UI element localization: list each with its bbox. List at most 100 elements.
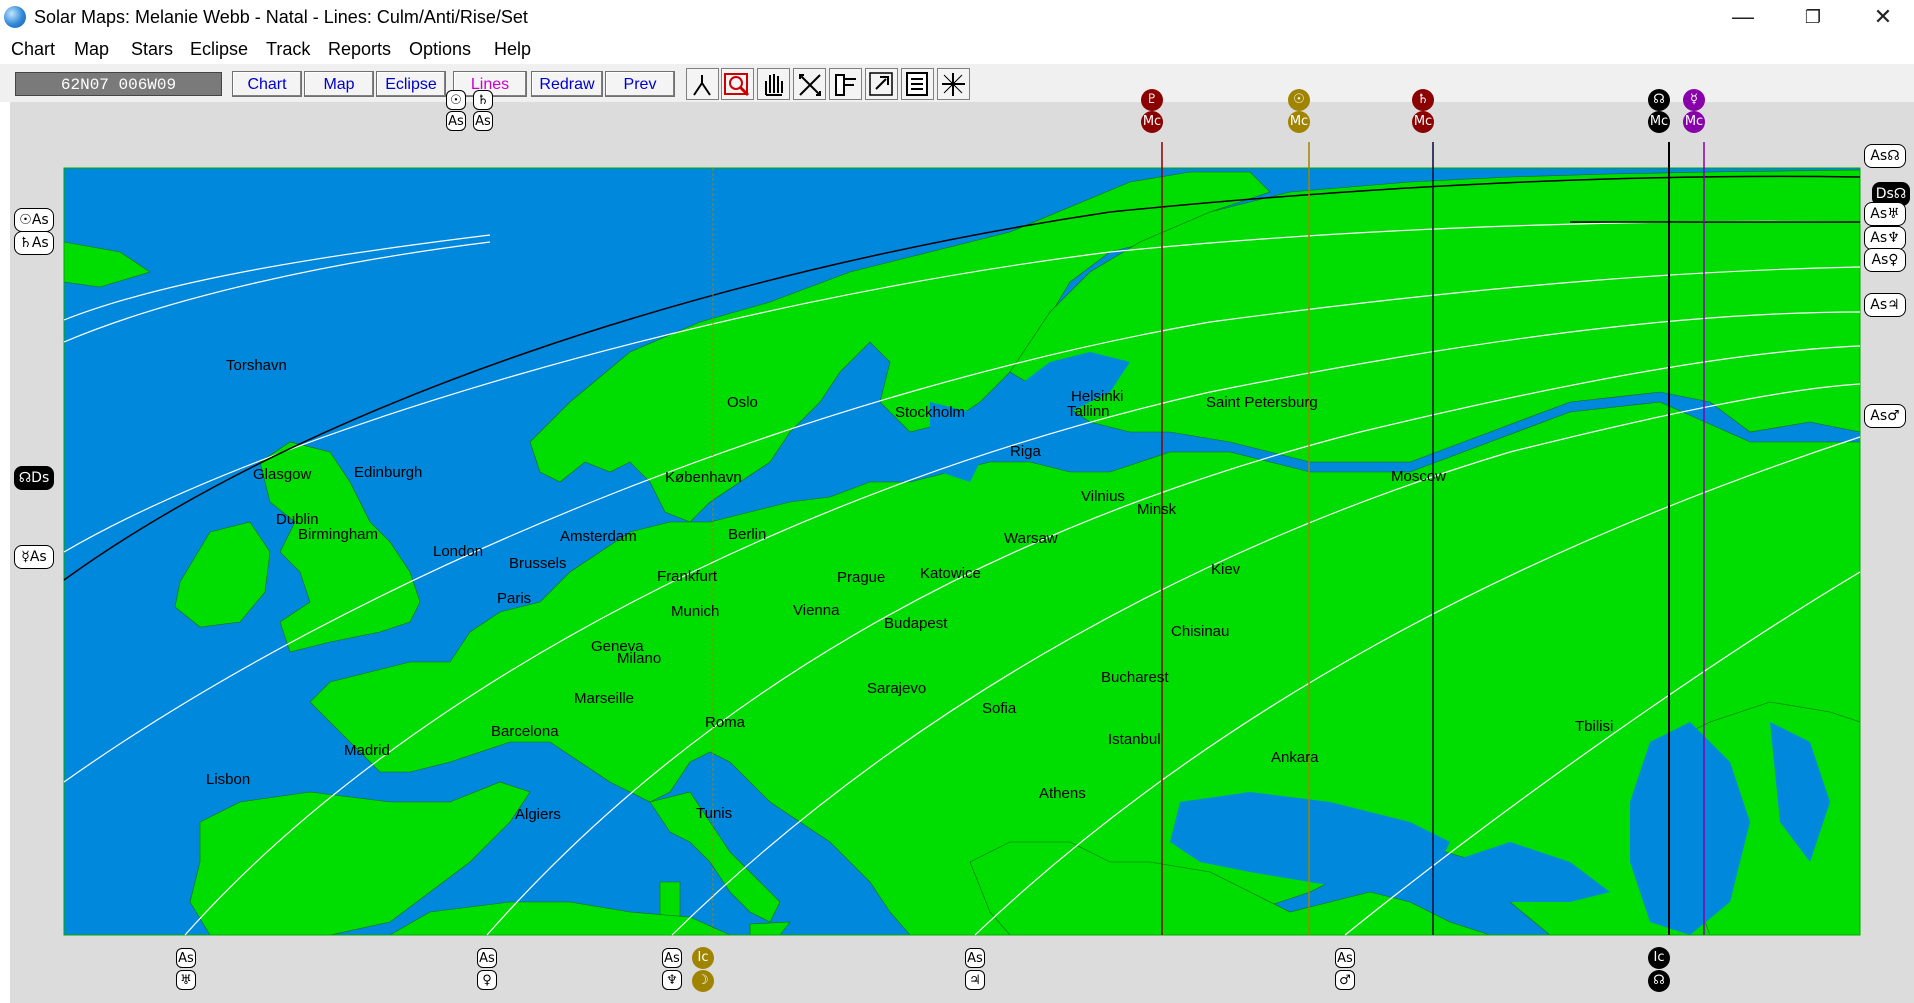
cross-icon[interactable] [793, 68, 826, 100]
menu-map[interactable]: Map [74, 39, 109, 60]
asc-glyph-bottom[interactable]: As [965, 948, 985, 968]
city-label: London [433, 543, 484, 560]
city-label: Riga [1010, 443, 1041, 460]
ic-glyph-bottom[interactable]: Ic [692, 947, 714, 969]
city-label: Sarajevo [867, 680, 927, 697]
map-button[interactable]: Map [304, 71, 374, 97]
mc-glyph-top[interactable]: Mc [1141, 111, 1163, 133]
city-label: København [665, 469, 742, 486]
ic-glyph-bottom[interactable]: Ic [1648, 947, 1670, 969]
zoom-icon[interactable] [721, 68, 754, 100]
city-label: Minsk [1137, 501, 1177, 518]
city-label: Chisinau [1171, 623, 1230, 640]
city-label: Tbilisi [1575, 718, 1614, 735]
city-label: Brussels [509, 555, 567, 572]
pluto-glyph-top[interactable]: ♇ [1141, 89, 1163, 111]
uranus-glyph-bottom[interactable]: ♅ [176, 970, 196, 990]
menu-help[interactable]: Help [494, 39, 531, 60]
map-panel[interactable]: Torshavn Oslo Stockholm Helsinki Tallinn… [10, 89, 1914, 1003]
city-label: Madrid [344, 742, 390, 759]
minimize-button[interactable]: — [1708, 0, 1778, 34]
world-map[interactable] [10, 102, 1914, 1003]
node-glyph-bottom[interactable]: ☊ [1648, 970, 1670, 992]
jupiter-glyph-bottom[interactable]: ♃ [965, 970, 985, 990]
city-label: Vilnius [1081, 488, 1125, 505]
asc-glyph-bottom[interactable]: As [1335, 948, 1355, 968]
asc-glyph-bottom[interactable]: As [176, 948, 196, 968]
sun-glyph-top[interactable]: ☉ [446, 90, 466, 110]
venus-glyph-bottom[interactable]: ♀ [477, 970, 497, 990]
city-label: Warsaw [1004, 530, 1058, 547]
mc-glyph-top[interactable]: Mc [1288, 111, 1310, 133]
globe-icon [4, 6, 26, 28]
info-icon[interactable] [901, 68, 934, 100]
city-label: Amsterdam [560, 528, 637, 545]
saturn-mc-glyph-top[interactable]: ♄ [1412, 89, 1434, 111]
plus-icon[interactable] [865, 68, 898, 100]
asc-uranus-label-right[interactable]: As♅ [1864, 202, 1906, 226]
city-label: Roma [705, 714, 746, 731]
moon-glyph-bottom[interactable]: ☽ [692, 970, 714, 992]
city-label: Tunis [696, 805, 733, 822]
city-label: Katowice [920, 565, 981, 582]
city-label: Munich [671, 603, 720, 620]
city-label: Athens [1039, 785, 1086, 802]
prev-button[interactable]: Prev [605, 71, 675, 97]
title-bar: Solar Maps: Melanie Webb - Natal - Lines… [0, 0, 1914, 34]
city-label: Glasgow [253, 466, 312, 483]
asc-neptune-label-right[interactable]: As♆ [1864, 226, 1906, 250]
asc-glyph-top[interactable]: As [446, 111, 466, 131]
city-label: Edinburgh [354, 464, 423, 481]
asc-mars-label-right[interactable]: As♂ [1864, 404, 1906, 428]
mercury-asc-label-left[interactable]: ☿As [14, 545, 54, 569]
asc-glyph-top[interactable]: As [473, 111, 493, 131]
menu-options[interactable]: Options [409, 39, 471, 60]
node-ds-label-left[interactable]: ☊Ds [14, 466, 54, 490]
city-label: Berlin [728, 526, 767, 543]
person-icon[interactable] [686, 68, 719, 100]
restore-button[interactable]: ❐ [1778, 0, 1848, 34]
node-mc-glyph-top[interactable]: ☊ [1648, 89, 1670, 111]
city-label: Vienna [793, 602, 840, 619]
mc-glyph-top[interactable]: Mc [1648, 111, 1670, 133]
city-label: Marseille [574, 690, 635, 707]
asc-glyph-bottom[interactable]: As [662, 948, 682, 968]
menu-stars[interactable]: Stars [131, 39, 173, 60]
pin-icon[interactable] [829, 68, 862, 100]
city-label: Tallinn [1067, 403, 1110, 420]
city-label: Birmingham [298, 526, 379, 543]
city-label: Frankfurt [657, 568, 718, 585]
menu-eclipse[interactable]: Eclipse [190, 39, 248, 60]
city-label: Lisbon [206, 771, 251, 788]
redraw-button[interactable]: Redraw [531, 71, 603, 97]
mars-glyph-bottom[interactable]: ♂ [1335, 970, 1355, 990]
coordinates-display: 62N07 006W09 [15, 72, 222, 96]
city-label: Oslo [727, 394, 758, 411]
asc-glyph-bottom[interactable]: As [477, 948, 497, 968]
chart-button[interactable]: Chart [232, 71, 302, 97]
saturn-glyph-top[interactable]: ♄ [473, 90, 493, 110]
crosshair-icon[interactable] [937, 68, 970, 100]
eclipse-button[interactable]: Eclipse [376, 71, 446, 97]
asc-venus-label-right[interactable]: As♀ [1864, 248, 1906, 272]
menu-bar: Chart Map Stars Eclipse Track Reports Op… [0, 34, 1914, 64]
city-label: Bucharest [1101, 669, 1169, 686]
city-label: Algiers [515, 806, 561, 823]
neptune-glyph-bottom[interactable]: ♆ [662, 970, 682, 990]
menu-reports[interactable]: Reports [328, 39, 391, 60]
menu-chart[interactable]: Chart [11, 39, 55, 60]
city-label: Ankara [1271, 749, 1319, 766]
window-title: Solar Maps: Melanie Webb - Natal - Lines… [34, 7, 528, 27]
mercury-mc-glyph-top[interactable]: ☿ [1683, 89, 1705, 111]
asc-jupiter-label-right[interactable]: As♃ [1864, 293, 1906, 317]
mc-glyph-top[interactable]: Mc [1683, 111, 1705, 133]
city-label: Stockholm [895, 404, 966, 421]
close-button[interactable]: ✕ [1848, 0, 1914, 34]
menu-track[interactable]: Track [266, 39, 310, 60]
asc-node-label-right[interactable]: As☊ [1864, 144, 1906, 168]
mc-glyph-top[interactable]: Mc [1412, 111, 1434, 133]
sun-mc-glyph-top[interactable]: ☉ [1288, 89, 1310, 111]
saturn-asc-label-left[interactable]: ♄As [14, 231, 54, 255]
sun-asc-label-left[interactable]: ☉As [14, 208, 54, 232]
hand-icon[interactable] [757, 68, 790, 100]
